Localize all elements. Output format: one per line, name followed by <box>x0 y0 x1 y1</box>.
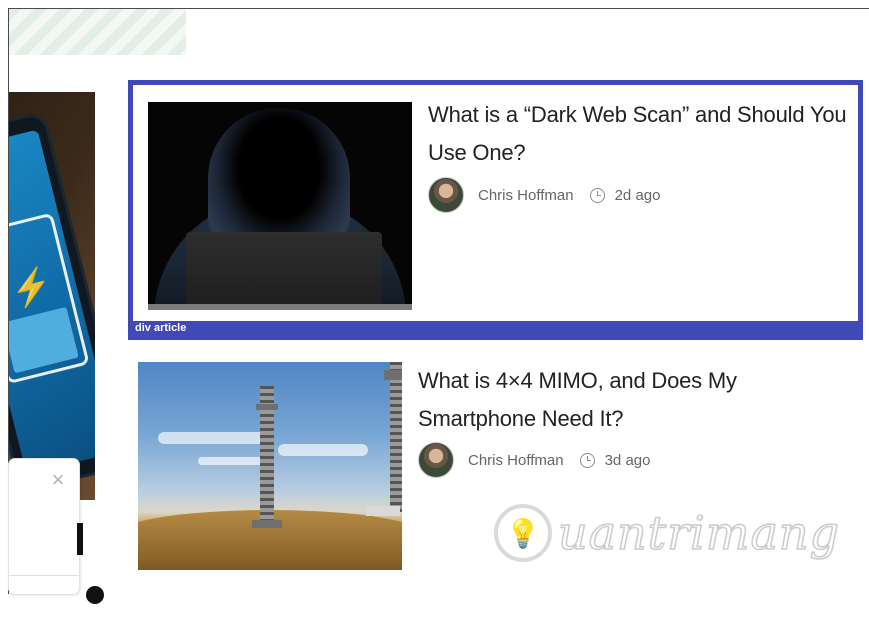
battery-icon: ⚡ <box>9 212 90 385</box>
article-time: 3d ago <box>604 451 651 469</box>
article-title[interactable]: What is 4×4 MIMO, and Does My Smartphone… <box>418 362 838 438</box>
clock-icon <box>579 452 595 468</box>
author-name[interactable]: Chris Hoffman <box>478 187 574 204</box>
popup-panel: × <box>9 459 83 594</box>
lightning-bolt-icon: ⚡ <box>9 264 57 312</box>
article-meta: Chris Hoffman 3d ago <box>418 442 650 478</box>
article-thumbnail[interactable] <box>148 102 412 310</box>
header-placeholder-bar <box>9 9 186 55</box>
author-avatar[interactable] <box>418 442 454 478</box>
popup-content-bar <box>77 523 83 555</box>
article-title[interactable]: What is a “Dark Web Scan” and Should You… <box>428 96 848 172</box>
author-avatar[interactable] <box>428 177 464 213</box>
phone-illustration: ⚡ <box>9 114 95 490</box>
featured-article-image[interactable]: ⚡ <box>9 92 95 500</box>
cell-tower-right <box>390 362 402 512</box>
article-card-4x4-mimo[interactable]: What is 4×4 MIMO, and Does My Smartphone… <box>128 362 863 622</box>
article-time: 2d ago <box>614 186 661 204</box>
close-icon[interactable]: × <box>47 469 69 491</box>
article-card-dark-web-scan[interactable]: What is a “Dark Web Scan” and Should You… <box>128 80 863 340</box>
site-watermark: 💡 uantrimang <box>494 498 840 568</box>
floating-action-icon[interactable] <box>86 586 104 604</box>
author-name[interactable]: Chris Hoffman <box>468 452 564 469</box>
article-thumbnail[interactable] <box>138 362 402 570</box>
element-inspector-label: div article <box>133 321 858 335</box>
popup-divider <box>9 575 79 576</box>
watermark-text: uantrimang <box>557 505 840 561</box>
clock-icon <box>589 187 605 203</box>
lightbulb-icon: 💡 <box>494 504 552 562</box>
laptop-illustration <box>186 232 382 310</box>
article-meta: Chris Hoffman 2d ago <box>428 177 660 213</box>
